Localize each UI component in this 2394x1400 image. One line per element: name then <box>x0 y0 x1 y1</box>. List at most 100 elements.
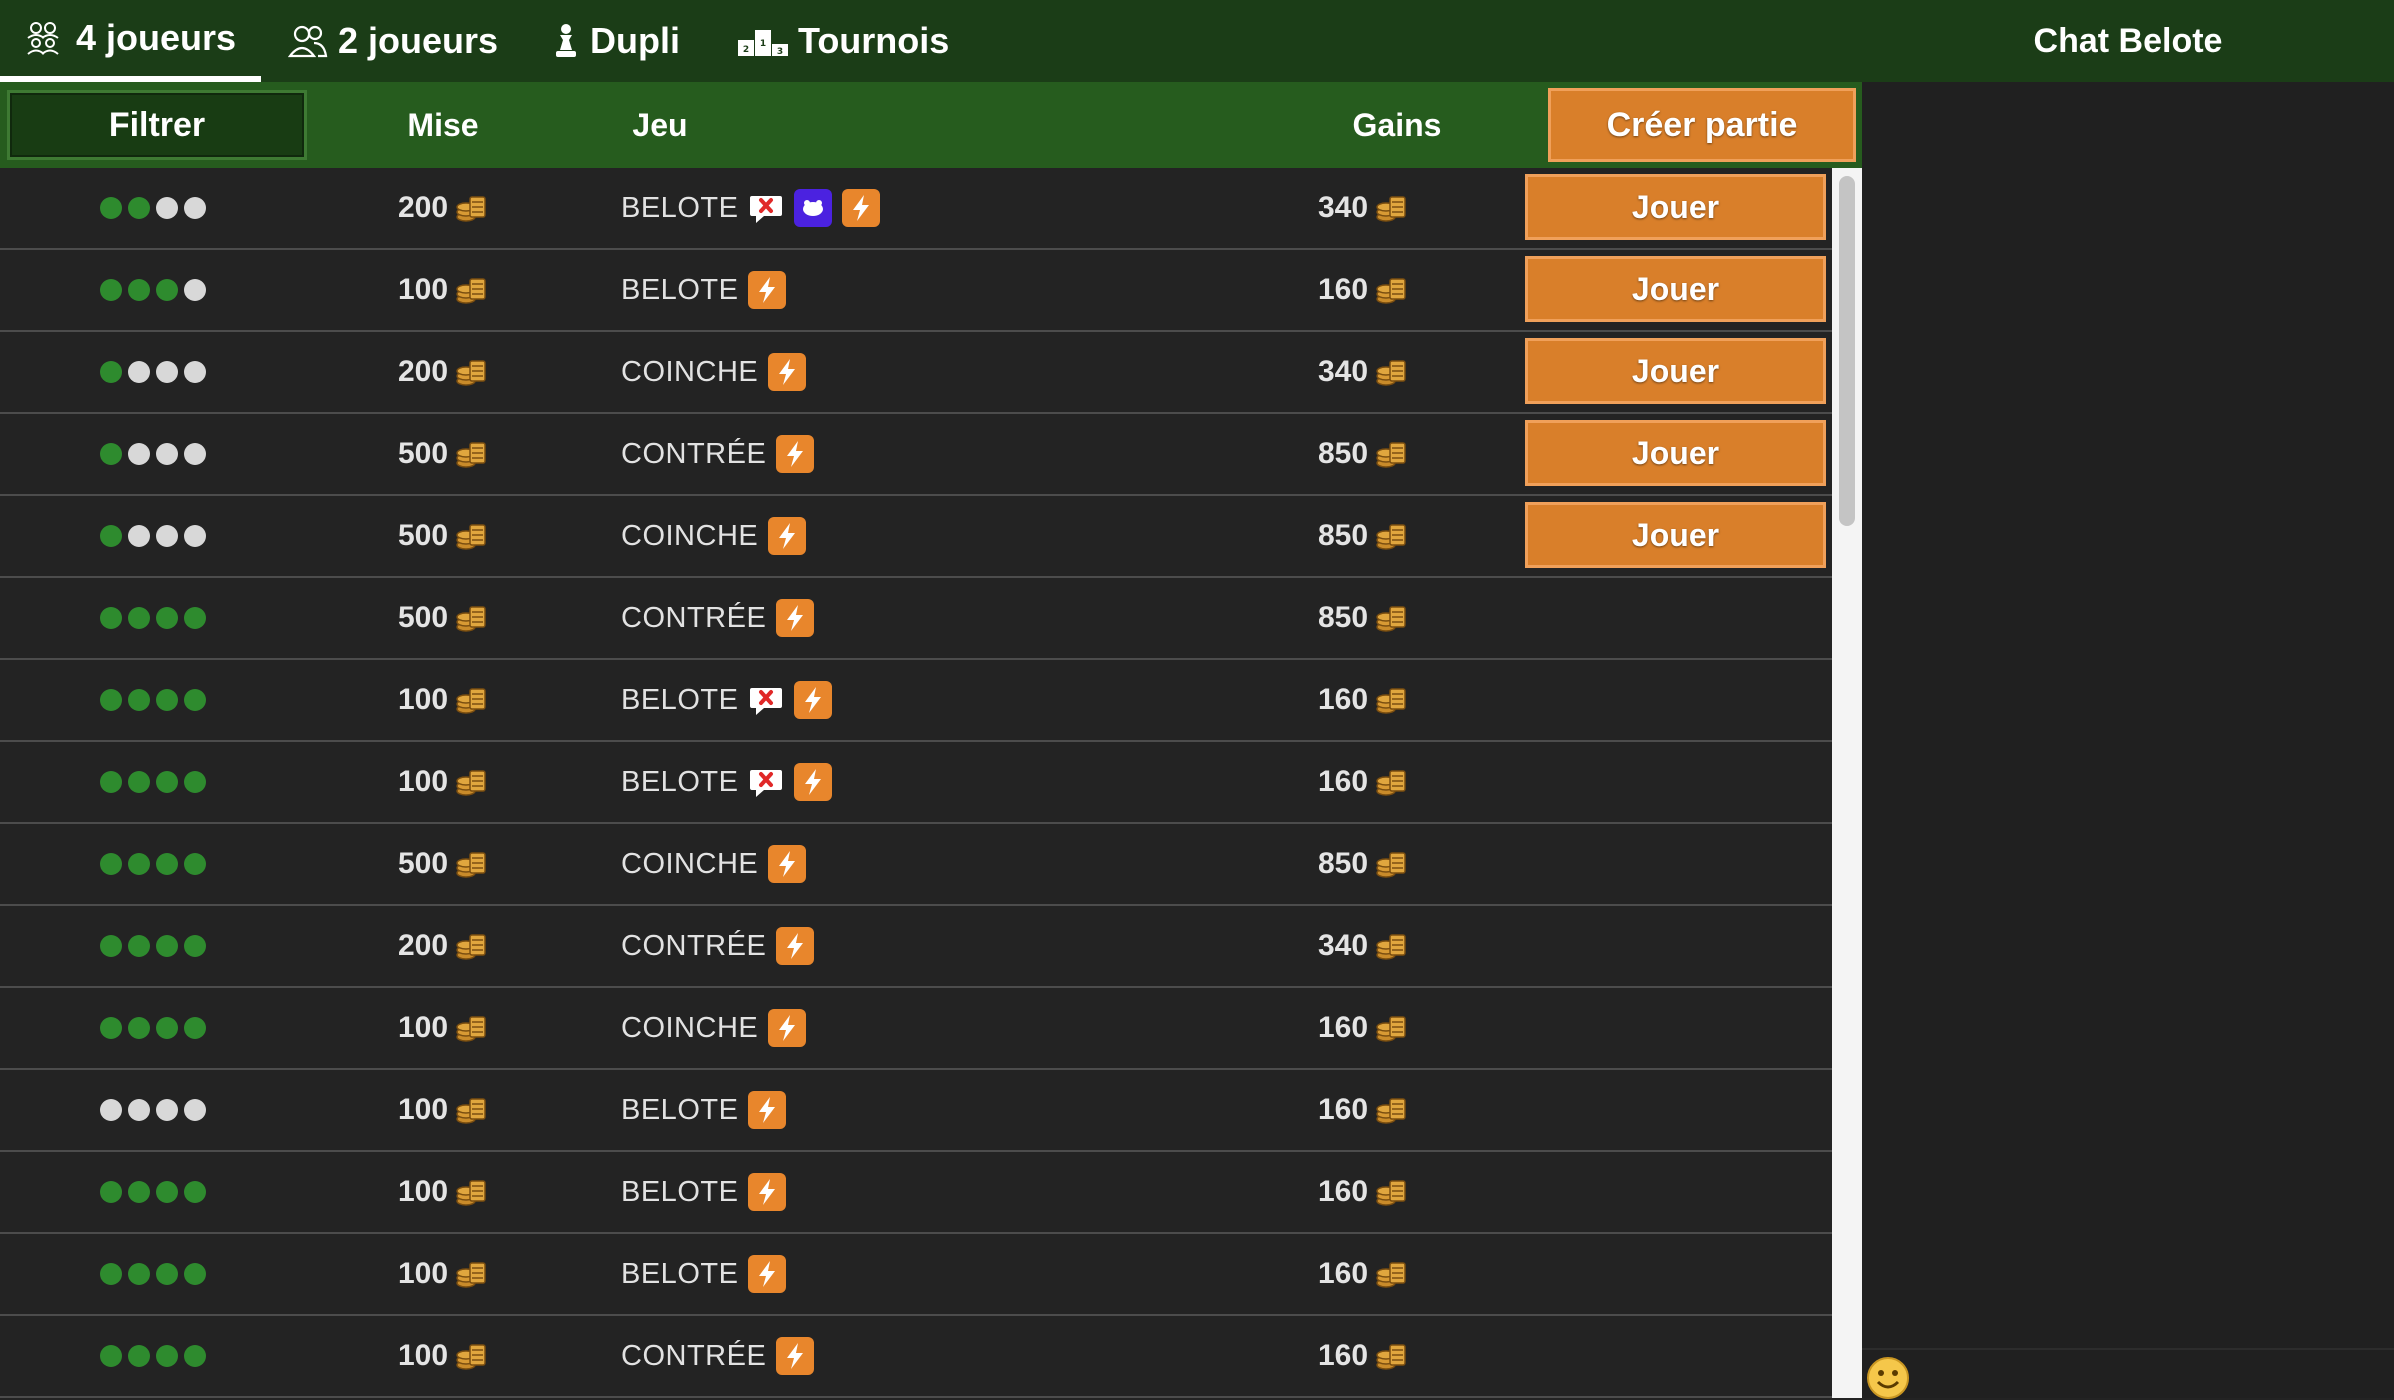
seat-free-dot <box>156 1099 178 1121</box>
winnings-value: 160 <box>1317 1093 1369 1126</box>
no-announce-icon <box>748 682 784 718</box>
game-type-cell: CONTRÉE <box>621 578 815 658</box>
lightning-icon <box>768 353 807 391</box>
lightning-icon <box>768 517 807 555</box>
table-row: 500 CONTRÉE 850 <box>0 578 1832 660</box>
seat-indicator <box>100 332 206 412</box>
play-button[interactable]: Jouer <box>1525 338 1826 404</box>
svg-text:2: 2 <box>743 45 749 55</box>
seat-free-dot <box>156 525 178 547</box>
scrollbar-thumb[interactable] <box>1839 176 1855 526</box>
stake-value: 100 <box>397 1339 449 1372</box>
stake-cell: 100 <box>380 1070 506 1150</box>
table-row: 100 BELOTE 160 <box>0 742 1832 824</box>
coin-stack-icon <box>1376 688 1406 714</box>
chess-piece-icon <box>556 24 576 57</box>
coin-stack-icon <box>1376 852 1406 878</box>
seat-taken-dot <box>128 197 150 219</box>
seat-indicator <box>100 578 206 658</box>
stake-cell: 100 <box>380 1234 506 1314</box>
winnings-value: 340 <box>1317 191 1369 224</box>
create-game-button[interactable]: Créer partie <box>1548 88 1856 162</box>
seat-taken-dot <box>156 1345 178 1367</box>
seat-taken-dot <box>100 1345 122 1367</box>
winnings-cell: 160 <box>1300 660 1426 740</box>
lightning-icon <box>776 435 815 473</box>
play-button[interactable]: Jouer <box>1525 174 1826 240</box>
table-header: Filtrer Mise Jeu Gains Créer partie <box>0 82 1862 168</box>
play-button[interactable]: Jouer <box>1525 420 1826 486</box>
winnings-cell: 160 <box>1300 1316 1426 1396</box>
table-row: 500 CONTRÉE 850 Jouer <box>0 414 1832 496</box>
stake-cell: 100 <box>380 250 506 330</box>
filter-button[interactable]: Filtrer <box>7 90 307 160</box>
game-type-cell: COINCHE <box>621 332 807 412</box>
winnings-value: 850 <box>1317 437 1369 470</box>
winnings-value: 850 <box>1317 847 1369 880</box>
game-type-label: BELOTE <box>621 1175 739 1208</box>
seat-free-dot <box>184 1099 206 1121</box>
stake-value: 500 <box>397 437 449 470</box>
coin-stack-icon <box>1376 1262 1406 1288</box>
stake-value: 100 <box>397 1175 449 1208</box>
game-type-label: CONTRÉE <box>621 929 767 962</box>
table-row: 500 COINCHE 850 Jouer <box>0 496 1832 578</box>
lightning-icon <box>748 1091 787 1129</box>
tab-tournois[interactable]: 2 1 3 Tournois <box>738 0 949 82</box>
seat-indicator <box>100 660 206 740</box>
seat-indicator <box>100 1234 206 1314</box>
stake-value: 100 <box>397 765 449 798</box>
seat-taken-dot <box>184 935 206 957</box>
coin-stack-icon <box>1376 1344 1406 1370</box>
stake-cell: 200 <box>380 906 506 986</box>
tab-dupli[interactable]: Dupli <box>552 0 680 82</box>
scrollbar[interactable] <box>1832 168 1862 1398</box>
seat-free-dot <box>184 361 206 383</box>
seat-taken-dot <box>100 853 122 875</box>
stake-cell: 100 <box>380 1152 506 1232</box>
coin-stack-icon <box>456 1180 486 1206</box>
winnings-value: 850 <box>1317 519 1369 552</box>
seat-taken-dot <box>100 443 122 465</box>
seat-taken-dot <box>184 689 206 711</box>
seat-taken-dot <box>128 935 150 957</box>
stake-value: 100 <box>397 1093 449 1126</box>
stake-value: 200 <box>397 191 449 224</box>
chat-input[interactable] <box>1862 1348 2394 1400</box>
game-type-cell: COINCHE <box>621 988 807 1068</box>
table-row: 200 BELOTE 340 Jouer <box>0 168 1832 250</box>
coin-stack-icon <box>456 1344 486 1370</box>
stake-value: 100 <box>397 273 449 306</box>
two-players-icon <box>288 25 328 58</box>
play-button[interactable]: Jouer <box>1525 502 1826 568</box>
stake-value: 500 <box>397 601 449 634</box>
coin-stack-icon <box>456 360 486 386</box>
smiley-icon[interactable] <box>1866 1356 1910 1400</box>
game-type-cell: BELOTE <box>621 1234 787 1314</box>
game-type-cell: BELOTE <box>621 250 787 330</box>
seat-taken-dot <box>156 853 178 875</box>
lightning-icon <box>842 189 881 227</box>
seat-taken-dot <box>184 853 206 875</box>
winnings-value: 340 <box>1317 929 1369 962</box>
game-type-cell: BELOTE <box>621 1152 787 1232</box>
lightning-icon <box>776 1337 815 1375</box>
coin-stack-icon <box>456 278 486 304</box>
coin-stack-icon <box>456 1016 486 1042</box>
coin-stack-icon <box>1376 196 1406 222</box>
stake-cell: 100 <box>380 660 506 740</box>
lightning-icon <box>794 681 833 719</box>
coin-stack-icon <box>456 606 486 632</box>
seat-taken-dot <box>128 853 150 875</box>
play-button[interactable]: Jouer <box>1525 256 1826 322</box>
tab-2-joueurs[interactable]: 2 joueurs <box>288 0 498 82</box>
tab-4-joueurs[interactable]: 4 joueurs <box>0 0 261 82</box>
stake-value: 100 <box>397 683 449 716</box>
game-type-label: CONTRÉE <box>621 601 767 634</box>
table-row: 100 BELOTE 160 Jouer <box>0 250 1832 332</box>
seat-free-dot <box>128 1099 150 1121</box>
table-row: 500 COINCHE 850 <box>0 824 1832 906</box>
column-header-gains: Gains <box>1352 106 1442 143</box>
winnings-value: 160 <box>1317 683 1369 716</box>
game-type-label: COINCHE <box>621 1011 759 1044</box>
